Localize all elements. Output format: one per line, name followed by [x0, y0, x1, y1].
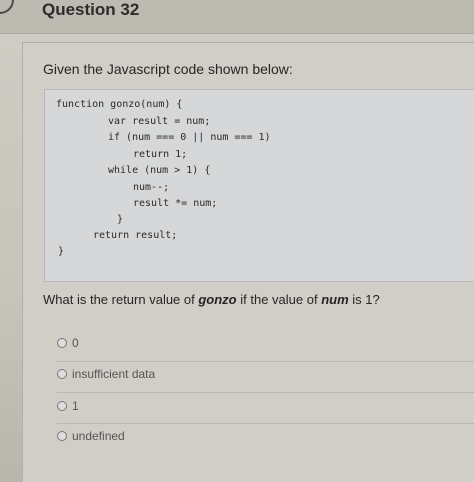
code-line: }: [58, 246, 65, 257]
quiz-page: Question 32 Given the Javascript code sh…: [0, 0, 474, 482]
question-card: Given the Javascript code shown below: f…: [22, 42, 474, 482]
question-text: What is the return value of gonzo if the…: [43, 292, 380, 307]
radio-button[interactable]: [57, 401, 67, 411]
radio-button[interactable]: [57, 338, 67, 348]
answer-option-label: insufficient data: [72, 367, 156, 381]
code-line: var result = num;: [108, 116, 211, 127]
code-line: num--;: [133, 182, 170, 193]
code-line: return 1;: [133, 149, 188, 160]
radio-button[interactable]: [57, 369, 67, 379]
question-function-name: gonzo: [198, 292, 237, 307]
option-divider: [57, 361, 474, 362]
question-header: Question 32: [0, 0, 474, 34]
code-line: }: [117, 214, 124, 225]
option-divider: [57, 392, 474, 393]
code-line: function gonzo(num) {: [56, 99, 183, 110]
answer-option-label: 1: [72, 399, 79, 413]
answer-option[interactable]: insufficient data: [57, 366, 155, 382]
question-suffix: is 1?: [348, 292, 380, 307]
question-prefix: What is the return value of: [43, 292, 199, 307]
answer-option[interactable]: 0: [57, 335, 79, 351]
answer-option[interactable]: 1: [57, 398, 79, 414]
question-title: Question 32: [42, 0, 140, 19]
question-middle: if the value of: [236, 292, 322, 307]
answer-option-label: undefined: [72, 429, 125, 443]
code-line: if (num === 0 || num === 1): [108, 132, 271, 143]
back-arrow-icon[interactable]: [0, 0, 14, 14]
question-variable-name: num: [321, 292, 349, 307]
code-line: result *= num;: [133, 198, 218, 209]
code-line: return result;: [93, 230, 178, 241]
code-line: while (num > 1) {: [108, 165, 211, 176]
answer-option-label: 0: [72, 336, 79, 350]
answer-option[interactable]: undefined: [57, 428, 125, 444]
code-block: function gonzo(num) { var result = num; …: [44, 89, 474, 282]
option-divider: [57, 423, 474, 424]
question-prompt: Given the Javascript code shown below:: [43, 61, 293, 77]
radio-button[interactable]: [57, 431, 67, 441]
